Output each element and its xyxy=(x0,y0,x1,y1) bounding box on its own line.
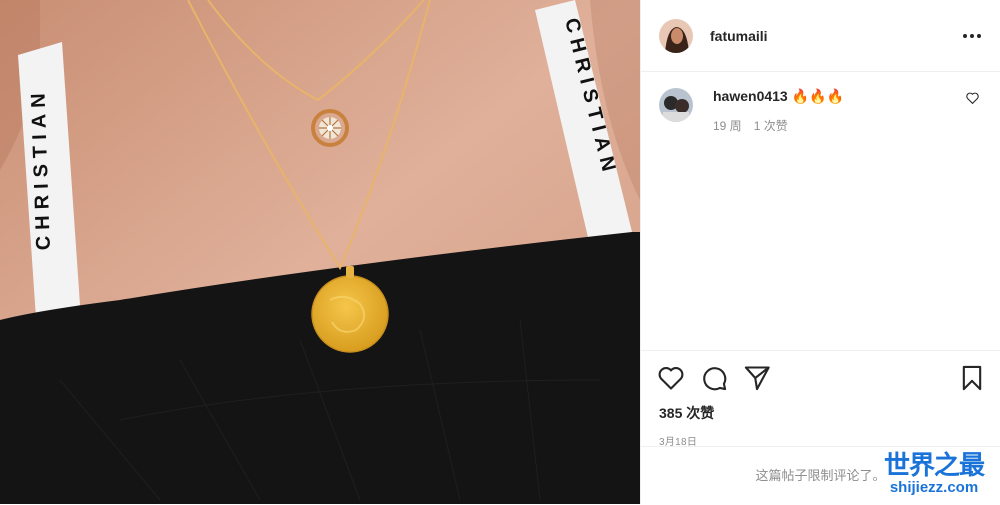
commenter-avatar[interactable] xyxy=(659,88,693,122)
post-sidebar: fatumaili hawen0413 🔥🔥🔥 19 周 1 次赞 385 次赞… xyxy=(640,0,1000,504)
post-photo[interactable]: CHRISTIAN CHRISTIAN xyxy=(0,0,640,504)
comment-age[interactable]: 19 周 xyxy=(713,117,742,134)
post-date[interactable]: 3月18日 xyxy=(641,423,1000,448)
comment-item: hawen0413 🔥🔥🔥 19 周 1 次赞 xyxy=(641,72,1000,134)
comment-text: 🔥🔥🔥 xyxy=(791,88,845,104)
watermark-url: shijiezz.com xyxy=(889,479,979,496)
share-paper-plane-icon[interactable] xyxy=(743,364,771,392)
site-watermark: 世界之最 shijiezz.com xyxy=(874,452,994,496)
comment-bubble-icon[interactable] xyxy=(700,364,728,392)
author-avatar[interactable] xyxy=(659,18,693,53)
comment-likes[interactable]: 1 次赞 xyxy=(754,117,788,134)
post-header: fatumaili xyxy=(641,0,1000,72)
commenter-username[interactable]: hawen0413 xyxy=(713,88,788,104)
like-heart-icon[interactable] xyxy=(657,364,685,392)
watermark-title: 世界之最 xyxy=(883,451,985,481)
author-username[interactable]: fatumaili xyxy=(710,28,768,44)
post-actions: 385 次赞 3月18日 xyxy=(641,350,1000,448)
more-options-icon[interactable] xyxy=(960,24,984,48)
comment-like-icon[interactable] xyxy=(960,88,984,134)
bookmark-icon[interactable] xyxy=(958,364,986,392)
like-count[interactable]: 385 次赞 xyxy=(641,395,1000,423)
